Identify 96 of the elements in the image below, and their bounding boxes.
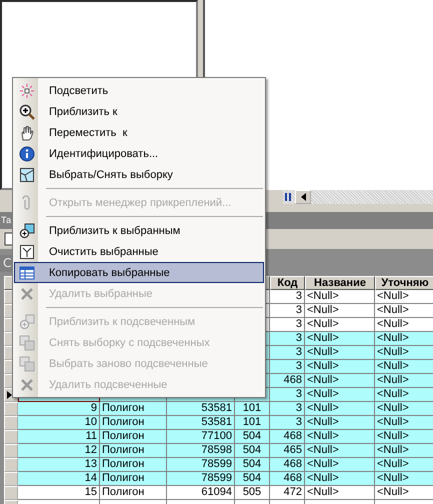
table-cell: <Null>: [375, 304, 433, 318]
table-cell: <Null>: [305, 388, 375, 402]
table-icon: [19, 264, 35, 280]
zoom-selection-icon: [19, 222, 35, 238]
table-cell: 53581: [167, 402, 235, 416]
table-cell: 9: [18, 402, 100, 416]
table-cell: 504: [235, 430, 270, 444]
table-cell: 15: [18, 486, 100, 500]
delete-icon: [19, 376, 35, 392]
table-cell: <Null>: [375, 472, 433, 486]
table-cell: 12: [18, 444, 100, 458]
table-cell: Полигон: [100, 472, 167, 486]
scrollbar[interactable]: [283, 190, 433, 204]
table-cell: 3: [270, 332, 305, 346]
arrow-left-icon: [300, 193, 306, 201]
table-cell: 468: [270, 374, 305, 388]
table-cell: <Null>: [305, 346, 375, 360]
table-cell: <Null>: [305, 472, 375, 486]
table-cell: 468: [270, 472, 305, 486]
table-cell: Полигон: [100, 402, 167, 416]
table-cell: 3: [270, 402, 305, 416]
table-cell: 468: [270, 458, 305, 472]
table-cell: Полигон: [100, 486, 167, 500]
table-cell: 3: [270, 388, 305, 402]
table-cell: <Null>: [375, 458, 433, 472]
table-cell: 78599: [167, 458, 235, 472]
table-cell: 53581: [167, 416, 235, 430]
table-cell: <Null>: [375, 374, 433, 388]
scroll-left-button[interactable]: [295, 190, 311, 204]
table-cell: <Null>: [305, 444, 375, 458]
menu-item[interactable]: Выбрать/Снять выборку: [14, 164, 264, 185]
column-header[interactable]: Название: [305, 276, 375, 290]
table-cell: 61094: [167, 486, 235, 500]
table-cell: <Null>: [375, 290, 433, 304]
zoom-highlighted-icon: [19, 314, 35, 330]
table-cell: Полигон: [100, 444, 167, 458]
column-header[interactable]: Код: [270, 276, 305, 290]
info-icon: [19, 146, 35, 162]
menu-item[interactable]: Приблизить к: [14, 101, 264, 122]
table-cell: 78598: [167, 444, 235, 458]
table-cell: 3: [270, 346, 305, 360]
table-cell: <Null>: [375, 416, 433, 430]
table-cell: <Null>: [305, 430, 375, 444]
table-cell: 3: [270, 416, 305, 430]
table-cell: 468: [270, 430, 305, 444]
table-cell: <Null>: [375, 444, 433, 458]
table-cell: <Null>: [305, 416, 375, 430]
delete-icon: [19, 286, 35, 302]
table-cell: 465: [270, 444, 305, 458]
menu-item[interactable]: Очистить выбранные: [14, 241, 264, 262]
layers-icon: [19, 334, 35, 350]
table-cell: Полигон: [100, 430, 167, 444]
menu-item[interactable]: Переместить к: [14, 122, 264, 143]
menu-item[interactable]: Копировать выбранные: [14, 262, 264, 283]
zoom-in-icon: [19, 104, 35, 120]
table-cell: 504: [235, 458, 270, 472]
table-cell: 3: [270, 290, 305, 304]
map-select-icon: [19, 166, 35, 182]
layers-icon: [19, 356, 35, 372]
table-cell: <Null>: [305, 304, 375, 318]
table-cell: <Null>: [305, 290, 375, 304]
menu-item[interactable]: Подсветить: [14, 80, 264, 101]
clear-selection-icon: [19, 244, 35, 260]
table-cell: 11: [18, 430, 100, 444]
table-cell: <Null>: [375, 430, 433, 444]
table-cell: <Null>: [305, 402, 375, 416]
table-cell: 504: [235, 444, 270, 458]
table-cell: <Null>: [375, 346, 433, 360]
table-cell: <Null>: [305, 360, 375, 374]
table-cell: Полигон: [100, 458, 167, 472]
table-cell: 3: [270, 360, 305, 374]
table-cell: <Null>: [305, 332, 375, 346]
table-cell: <Null>: [375, 360, 433, 374]
table-cell: <Null>: [305, 458, 375, 472]
table-cell: 10: [18, 416, 100, 430]
table-cell: 101: [235, 416, 270, 430]
table-cell: 77100: [167, 430, 235, 444]
column-header[interactable]: Уточняю: [375, 276, 433, 290]
table-cell: <Null>: [375, 388, 433, 402]
table-cell: <Null>: [375, 486, 433, 500]
table-cell: 504: [235, 472, 270, 486]
table-cell: Полигон: [100, 416, 167, 430]
table-cell: 472: [270, 486, 305, 500]
table-cell: <Null>: [305, 374, 375, 388]
table-cell: <Null>: [375, 402, 433, 416]
table-cell: 14: [18, 472, 100, 486]
table-cell: <Null>: [375, 332, 433, 346]
table-cell: 505: [235, 486, 270, 500]
table-cell: 3: [270, 304, 305, 318]
table-cell: 13: [18, 458, 100, 472]
table-cell: <Null>: [305, 486, 375, 500]
menu-item[interactable]: Идентифицировать...: [14, 143, 264, 164]
sparkle-icon: [19, 82, 35, 98]
hand-icon: [19, 124, 35, 140]
table-cell: 78599: [167, 472, 235, 486]
table-cell: 101: [235, 402, 270, 416]
